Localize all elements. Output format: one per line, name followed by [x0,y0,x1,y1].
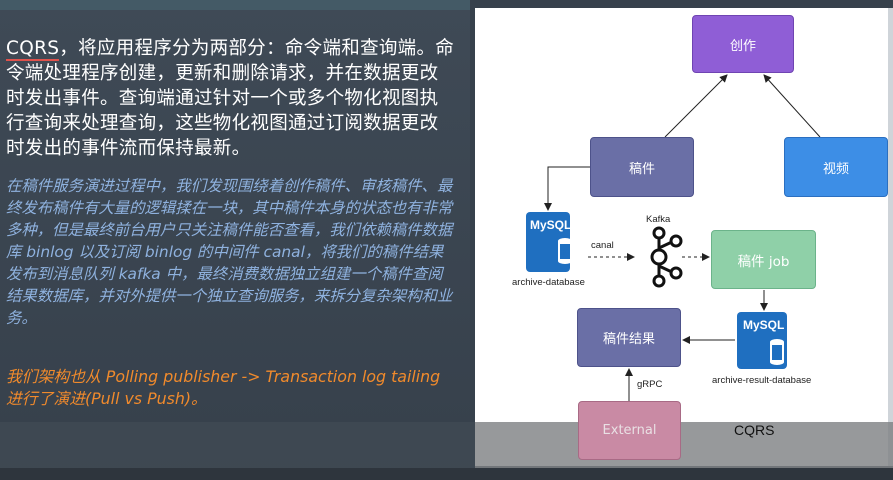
canal-label: canal [591,240,614,251]
node-video: 视频 [784,137,888,197]
node-draft: 稿件 [590,137,694,197]
mysql-m-label-1: M [561,246,571,258]
node-external: External [578,401,681,460]
archive-database-label: archive-database [512,277,585,288]
mysql-label-1: MySQL [530,218,572,232]
node-draft-result: 稿件结果 [577,308,681,367]
mysql-label-2: MySQL [743,318,785,332]
bottom-strip [0,468,893,480]
slide: CQRS，将应用程序分为两部分：命令端和查询端。命令端处理程序创建，更新和删除请… [0,0,893,480]
archive-result-database-label: archive-result-database [712,375,812,386]
arrow-video-to-create [763,74,821,138]
arrow-draft-to-create [664,74,728,138]
grpc-label: gRPC [637,379,663,390]
node-draft-job: 稿件 job [711,230,816,289]
bottom-overlay-bar-right [475,422,893,468]
arrow-draft-to-database [544,166,590,211]
mysql-m-label-2: M [773,347,783,359]
kafka-label: Kafka [646,214,671,225]
kafka-icon-nodes [650,226,683,288]
node-create: 创作 [692,15,794,73]
diagram-caption: CQRS [734,422,775,438]
